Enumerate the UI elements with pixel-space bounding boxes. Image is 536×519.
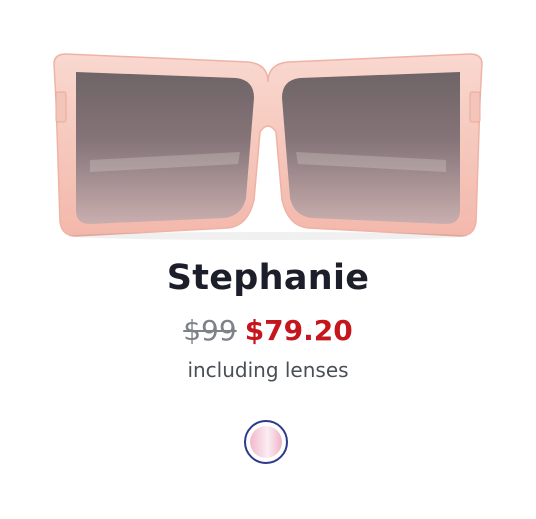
image-shadow [68,232,468,240]
color-swatch-fill [250,426,282,458]
product-card[interactable]: Stephanie $99 $79.20 including lenses [0,0,536,519]
left-lens [76,72,254,224]
color-swatch-crystal-pink[interactable] [244,420,288,464]
price-row: $99 $79.20 [0,314,536,348]
product-name[interactable]: Stephanie [0,258,536,298]
product-image[interactable] [40,40,496,240]
sale-price: $79.20 [244,314,353,347]
right-lens [282,72,460,224]
original-price: $99 [183,314,237,347]
right-hinge [469,91,481,123]
price-note: including lenses [187,358,349,382]
left-hinge [55,91,67,123]
